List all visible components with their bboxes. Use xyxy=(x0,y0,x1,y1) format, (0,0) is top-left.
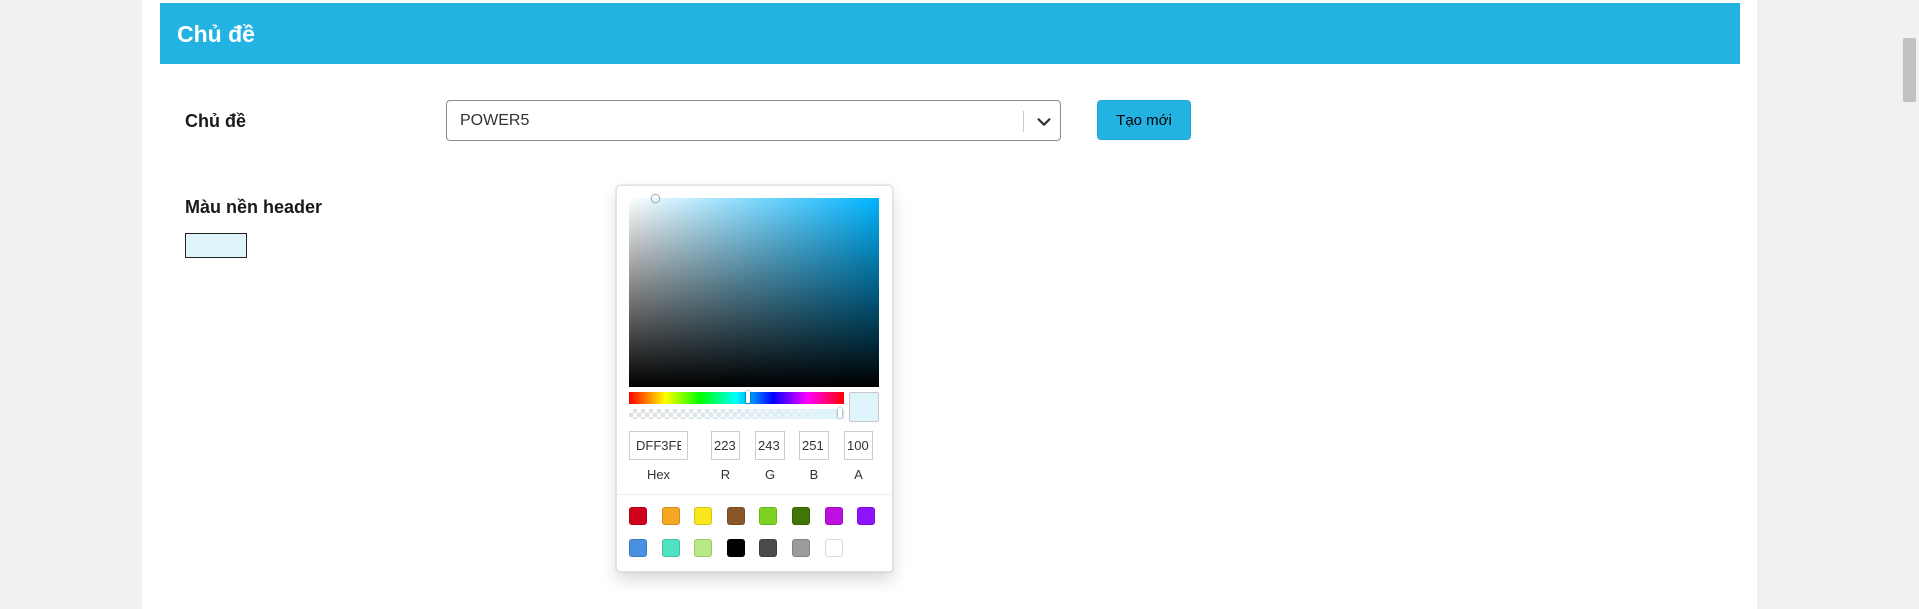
current-color-preview xyxy=(849,392,879,422)
theme-select[interactable]: POWER5 xyxy=(446,100,1061,141)
page-scrollbar-thumb[interactable] xyxy=(1903,38,1916,102)
select-separator xyxy=(1023,111,1024,132)
alpha-input[interactable] xyxy=(844,431,873,460)
hex-label: Hex xyxy=(646,467,671,482)
preset-swatch[interactable] xyxy=(694,539,713,557)
green-input[interactable] xyxy=(755,431,785,460)
preset-swatch[interactable] xyxy=(661,507,680,525)
blue-input[interactable] xyxy=(799,431,829,460)
preset-swatch[interactable] xyxy=(759,539,778,557)
preset-swatch[interactable] xyxy=(759,507,778,525)
saturation-cursor[interactable] xyxy=(652,195,659,202)
preset-swatch[interactable] xyxy=(824,539,843,557)
red-label: R xyxy=(720,467,731,482)
preset-swatch[interactable] xyxy=(629,507,647,525)
preset-swatch[interactable] xyxy=(857,507,876,525)
header-color-swatch[interactable] xyxy=(185,233,247,258)
section-header: Chủ đề xyxy=(160,3,1740,64)
red-input[interactable] xyxy=(711,431,740,460)
header-color-label: Màu nền header xyxy=(185,197,323,217)
alpha-slider-handle[interactable] xyxy=(838,408,842,418)
hue-slider-handle[interactable] xyxy=(746,391,750,403)
alpha-label: A xyxy=(854,467,863,482)
blue-label: B xyxy=(809,467,819,482)
chevron-down-icon[interactable] xyxy=(1035,113,1053,131)
saturation-area[interactable] xyxy=(629,195,879,387)
hue-slider[interactable] xyxy=(629,391,844,404)
preset-swatch[interactable] xyxy=(726,539,745,557)
green-label: G xyxy=(764,467,776,482)
create-new-button[interactable]: Tạo mới xyxy=(1097,100,1191,140)
content-panel xyxy=(142,0,1757,609)
preset-swatch[interactable] xyxy=(694,507,713,525)
preset-swatch[interactable] xyxy=(792,539,810,557)
hex-input[interactable] xyxy=(629,431,688,460)
preset-swatch[interactable] xyxy=(726,507,745,525)
section-title: Chủ đề xyxy=(177,21,255,47)
preset-swatch[interactable] xyxy=(629,539,647,557)
preset-swatch[interactable] xyxy=(792,507,810,525)
preset-swatch[interactable] xyxy=(661,539,680,557)
alpha-slider[interactable] xyxy=(629,408,844,419)
preset-swatch[interactable] xyxy=(824,507,843,525)
theme-select-value: POWER5 xyxy=(460,112,530,129)
theme-label: Chủ đề xyxy=(185,111,246,131)
color-picker-popover: Hex R G B A xyxy=(616,185,893,572)
picker-divider xyxy=(617,494,892,495)
